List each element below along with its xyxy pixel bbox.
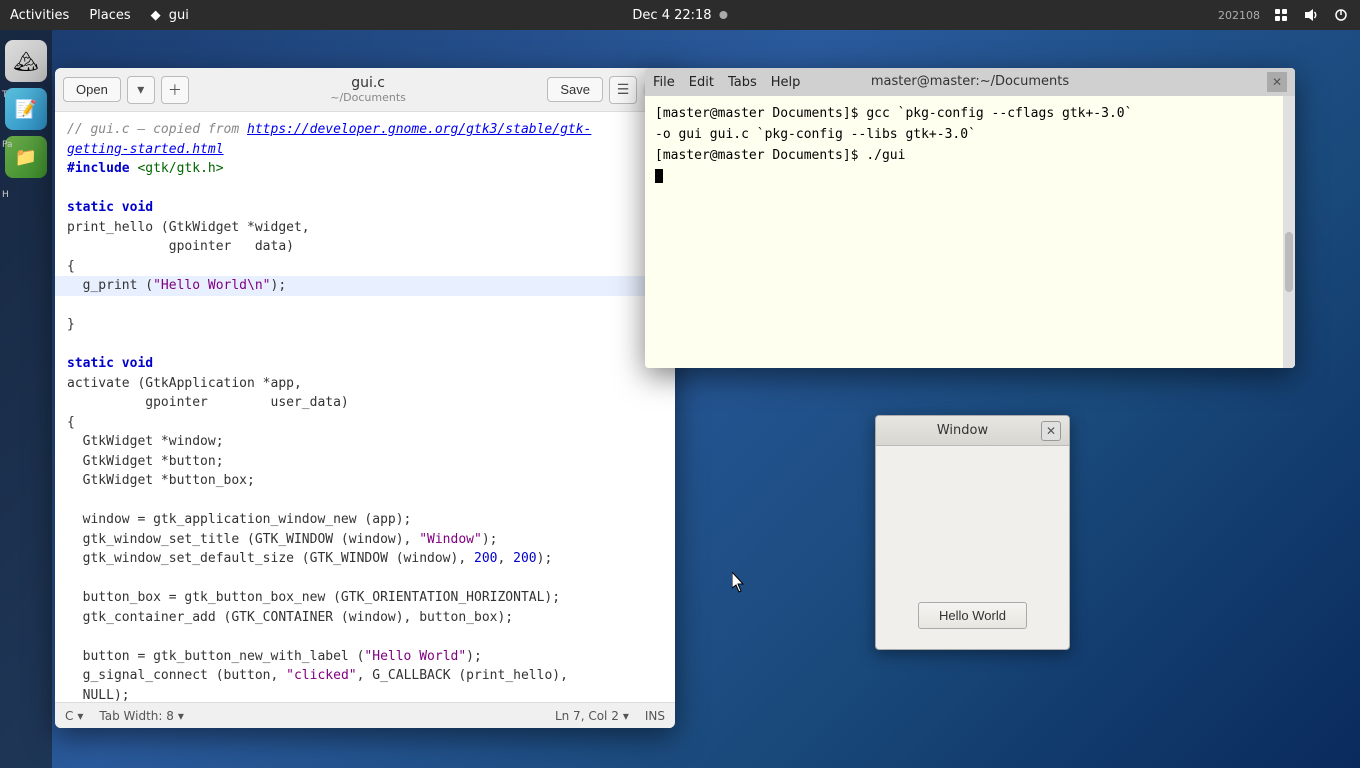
- cursor-position[interactable]: Ln 7, Col 2 ▾: [555, 709, 629, 723]
- open-button[interactable]: Open: [63, 77, 121, 102]
- menu-button[interactable]: ☰: [609, 76, 637, 104]
- save-button[interactable]: Save: [547, 77, 603, 102]
- tray-extra-label: 202108: [1218, 9, 1260, 22]
- gtk-demo-title: Window: [884, 423, 1041, 438]
- terminal-window: File Edit Tabs Help master@master:~/Docu…: [645, 68, 1295, 368]
- terminal-wrapper: [master@master Documents]$ gcc `pkg-conf…: [645, 96, 1295, 368]
- open-dropdown-button[interactable]: ▾: [127, 76, 155, 104]
- terminal-tabs-menu[interactable]: Tabs: [728, 75, 757, 90]
- editor-filepath: ~/Documents: [195, 91, 542, 104]
- places-button[interactable]: Places: [89, 8, 130, 23]
- editor-title-area: gui.c ~/Documents: [195, 75, 542, 104]
- dock-label-t: T: [2, 90, 8, 100]
- terminal-scrollbar-thumb: [1285, 232, 1293, 292]
- terminal-scrollbar[interactable]: [1283, 96, 1295, 368]
- notification-dot: [720, 11, 728, 19]
- editor-window: Open ▾ ＋ gui.c ~/Documents Save ☰ ✕ // g…: [55, 68, 675, 728]
- code-editor[interactable]: // gui.c – copied from https://developer…: [55, 112, 675, 702]
- power-icon[interactable]: [1332, 6, 1350, 24]
- gtk-demo-close-button[interactable]: ✕: [1041, 421, 1061, 441]
- dock-label-pa: Pa: [2, 140, 13, 150]
- terminal-titlebar: File Edit Tabs Help master@master:~/Docu…: [645, 68, 1295, 96]
- app-name-label: ◆ gui: [151, 8, 189, 23]
- editor-titlebar: Open ▾ ＋ gui.c ~/Documents Save ☰ ✕: [55, 68, 675, 112]
- topbar-right: 202108: [1218, 6, 1350, 24]
- gedit-dock-icon[interactable]: 📝: [5, 88, 47, 130]
- terminal-title: master@master:~/Documents: [871, 74, 1069, 89]
- gtk-demo-body: Hello World: [876, 446, 1069, 649]
- volume-icon[interactable]: [1302, 6, 1320, 24]
- dock-label-h: H: [2, 190, 9, 200]
- gtk-demo-titlebar: Window ✕: [876, 416, 1069, 446]
- side-dock: 🏔 📝 📁 T Pa H: [0, 30, 52, 768]
- hello-world-button[interactable]: Hello World: [918, 602, 1027, 629]
- topbar-left: Activities Places ◆ gui: [10, 8, 189, 23]
- insert-mode: INS: [645, 709, 665, 723]
- new-tab-button[interactable]: ＋: [161, 76, 189, 104]
- terminal-help-menu[interactable]: Help: [771, 75, 801, 90]
- gnome-dock-icon[interactable]: 🏔: [5, 40, 47, 82]
- network-icon[interactable]: [1272, 6, 1290, 24]
- terminal-close-button[interactable]: ✕: [1267, 72, 1287, 92]
- terminal-content[interactable]: [master@master Documents]$ gcc `pkg-conf…: [645, 96, 1283, 368]
- language-selector[interactable]: C ▾: [65, 709, 83, 723]
- tab-width-selector[interactable]: Tab Width: 8 ▾: [99, 709, 184, 723]
- editor-statusbar: C ▾ Tab Width: 8 ▾ Ln 7, Col 2 ▾ INS: [55, 702, 675, 728]
- terminal-file-menu[interactable]: File: [653, 75, 675, 90]
- datetime-label: Dec 4 22:18: [632, 8, 711, 23]
- topbar: Activities Places ◆ gui Dec 4 22:18 2021…: [0, 0, 1360, 30]
- gtk-demo-window: Window ✕ Hello World: [875, 415, 1070, 650]
- terminal-edit-menu[interactable]: Edit: [689, 75, 714, 90]
- activities-button[interactable]: Activities: [10, 8, 69, 23]
- editor-filename: gui.c: [195, 75, 542, 91]
- editor-content-area: // gui.c – copied from https://developer…: [55, 112, 675, 702]
- topbar-center: Dec 4 22:18: [632, 8, 727, 23]
- app-logo-icon: ◆: [151, 8, 161, 23]
